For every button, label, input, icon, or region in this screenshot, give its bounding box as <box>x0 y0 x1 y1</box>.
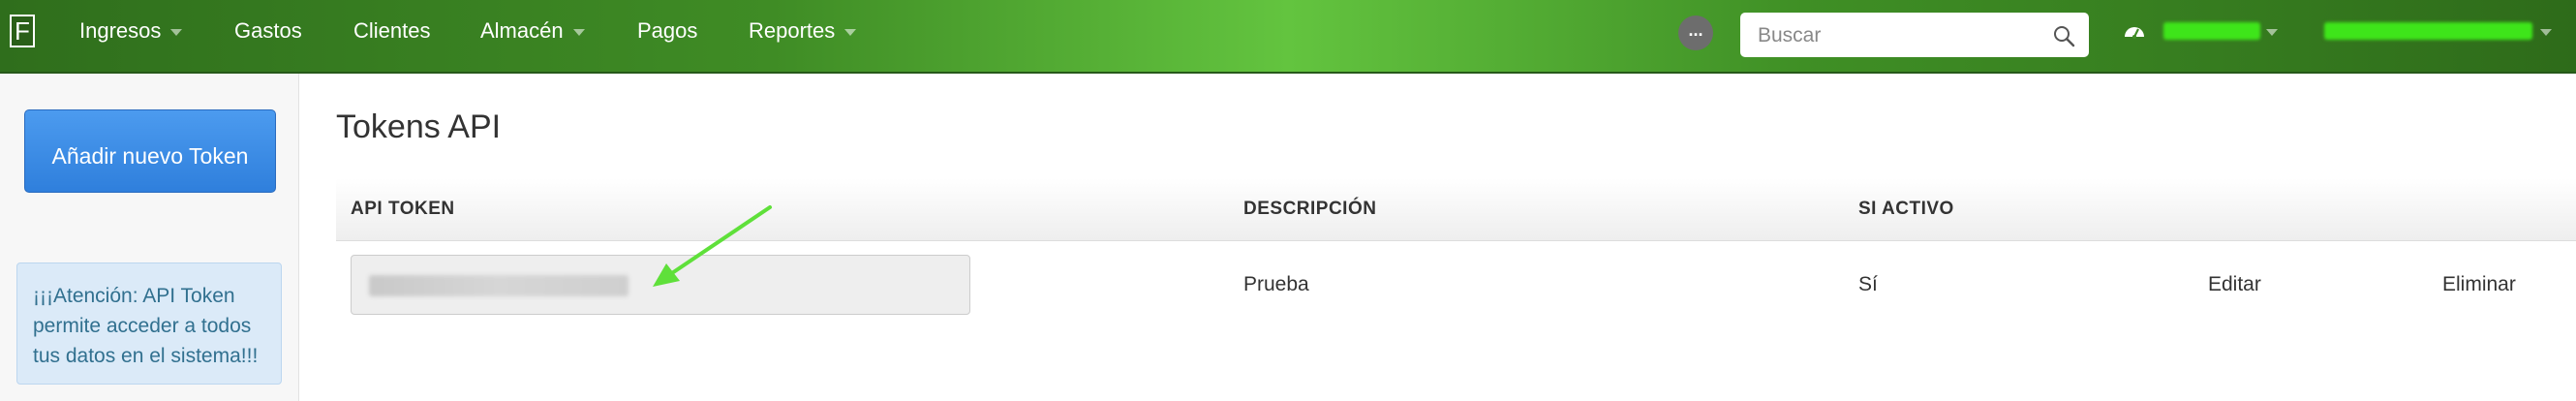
nav-almacen-label: Almacén <box>480 18 564 43</box>
sidebar: Añadir nuevo Token ¡¡¡Atención: API Toke… <box>0 74 299 401</box>
edit-token-link[interactable]: Editar <box>2208 241 2261 328</box>
search-box <box>1740 13 2089 59</box>
nav-clientes-label: Clientes <box>353 18 431 43</box>
nav-almacen[interactable]: Almacén <box>480 0 585 62</box>
token-active-status: Sí <box>1858 273 1878 295</box>
nav-gastos[interactable]: Gastos <box>234 0 302 62</box>
brand-logo[interactable]: F <box>10 15 35 47</box>
nav-ingresos-label: Ingresos <box>79 18 162 43</box>
annotation-arrow-icon <box>653 205 772 287</box>
nav-pagos[interactable]: Pagos <box>637 0 697 62</box>
chevron-down-icon <box>844 28 857 36</box>
dashboard-gauge-icon[interactable] <box>2123 21 2146 41</box>
chevron-down-icon <box>170 28 183 36</box>
nav-ingresos[interactable]: Ingresos <box>79 0 183 62</box>
nav-reportes-label: Reportes <box>749 18 836 43</box>
top-navbar: F Ingresos Gastos Clientes Almacén Pagos… <box>0 0 2576 74</box>
chevron-down-icon <box>572 28 585 36</box>
add-token-button[interactable]: Añadir nuevo Token <box>24 109 276 193</box>
search-icon[interactable] <box>2052 24 2075 47</box>
token-description: Prueba <box>1243 273 1309 295</box>
column-header-active: SI ACTIVO <box>1858 199 1954 219</box>
user-email-redacted[interactable] <box>2324 22 2532 40</box>
api-token-warning: ¡¡¡Atención: API Token permite acceder a… <box>16 262 282 385</box>
company-name-redacted[interactable] <box>2163 22 2260 40</box>
nav-gastos-label: Gastos <box>234 18 302 43</box>
delete-token-link[interactable]: Eliminar <box>2442 241 2516 328</box>
nav-reportes[interactable]: Reportes <box>749 0 857 62</box>
chevron-down-icon <box>2266 29 2278 36</box>
chevron-down-icon <box>2540 29 2552 36</box>
more-button[interactable]: ... <box>1678 15 1713 50</box>
nav-pagos-label: Pagos <box>637 18 698 43</box>
search-input[interactable] <box>1756 13 2050 59</box>
column-header-api-token: API TOKEN <box>351 199 455 219</box>
nav-clientes[interactable]: Clientes <box>353 0 430 62</box>
page-title: Tokens API <box>336 108 502 145</box>
token-value-redacted <box>369 275 629 296</box>
column-header-description: DESCRIPCIÓN <box>1243 199 1377 219</box>
